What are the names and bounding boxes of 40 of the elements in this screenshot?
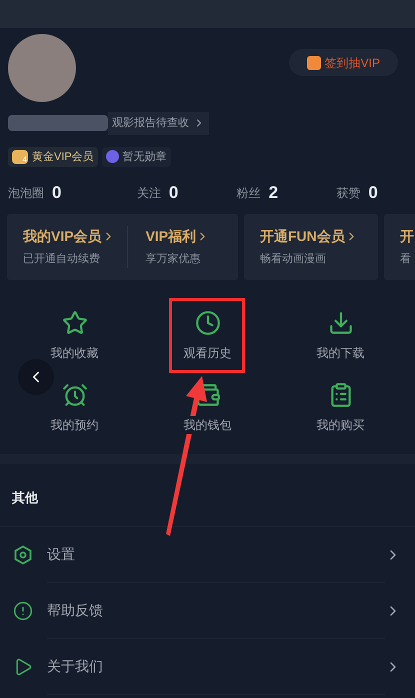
download-icon	[328, 310, 354, 336]
vip-card[interactable]: 开通FUN会员 畅看动画漫画	[244, 214, 378, 280]
shortcut-item[interactable]: 观看历史	[141, 310, 274, 362]
menu-row[interactable]: 关于我们	[0, 639, 415, 695]
back-button[interactable]	[18, 359, 54, 395]
badge-label: 暂无勋章	[122, 150, 167, 164]
vip-card-title: VIP福利	[146, 226, 210, 248]
vip-card-subtitle: 已开通自动续费	[23, 252, 101, 268]
settings-icon	[13, 545, 33, 565]
report-link[interactable]: 观影报告待查收	[108, 112, 209, 134]
stat-label: 泡泡圈	[8, 185, 44, 202]
vip-card-title: 开	[400, 227, 414, 246]
vip-card[interactable]: 开 看	[384, 214, 415, 280]
vip-card-subtitle: 享万家优惠	[146, 252, 202, 268]
vip-card-title: 我的VIP会员	[23, 226, 115, 248]
shortcut-item[interactable]: 我的收藏	[8, 310, 141, 362]
stat-value: 0	[52, 182, 62, 204]
stat-value: 2	[268, 182, 278, 204]
badge-label: 黄金VIP会员	[32, 150, 94, 164]
vip-card-subtitle: 看	[400, 252, 412, 268]
vip-card[interactable]: 我的VIP会员 已开通自动续费 VIP福利 享万家优惠	[7, 214, 238, 280]
shortcut-item[interactable]: 我的下载	[274, 310, 407, 362]
star-icon	[62, 310, 88, 336]
clock-icon	[194, 310, 220, 336]
stat-value: 0	[368, 182, 378, 204]
medal-icon	[106, 150, 119, 164]
vip-card-subtitle: 畅看动画漫画	[260, 252, 327, 268]
alert-icon	[13, 601, 33, 621]
alarm-clock-icon	[62, 382, 88, 408]
stat-label: 获赞	[336, 185, 360, 202]
section-title: 其他	[12, 490, 38, 505]
checkin-button[interactable]: 签到抽VIP	[288, 49, 398, 76]
stat-value: 0	[168, 182, 178, 204]
menu-row[interactable]: 设置	[0, 527, 415, 583]
vip-card-title: 开通FUN会员	[260, 226, 358, 248]
menu-row[interactable]: 帮助反馈	[0, 583, 415, 639]
stat-label: 关注	[136, 185, 161, 202]
crown-icon: 4	[12, 150, 28, 164]
stat-label: 粉丝	[236, 185, 261, 202]
shortcut-item[interactable]: 我的购买	[274, 382, 407, 434]
